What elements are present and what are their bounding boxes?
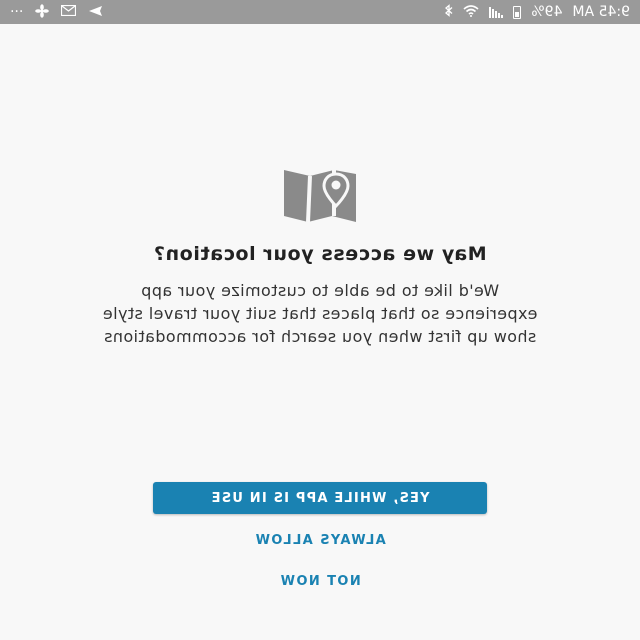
- always-allow-button[interactable]: ALWAYS ALLOW: [170, 527, 470, 553]
- body-line: show up first when you search for accomm…: [103, 327, 537, 346]
- dialog-body: We'd like to be able to customize your a…: [20, 279, 620, 348]
- not-now-button[interactable]: NOT NOW: [170, 568, 470, 594]
- send-icon: [88, 5, 103, 20]
- map-pin-icon: [282, 170, 358, 223]
- mirrored-content: 9:45 AM 49% ··· May we access your locat…: [0, 0, 640, 640]
- dialog-title: May we access your location?: [153, 243, 487, 265]
- signal-icon: [489, 6, 504, 18]
- body-line: experience so that places that suit your…: [102, 304, 538, 323]
- battery-icon: [513, 5, 522, 19]
- location-permission-screen: 9:45 AM 49% ··· May we access your locat…: [0, 0, 640, 640]
- overflow-dots: ···: [10, 4, 24, 20]
- wifi-icon: [463, 4, 479, 20]
- status-bar-right: ···: [10, 3, 103, 21]
- battery-percent: 49%: [531, 4, 563, 20]
- bluetooth-icon: [445, 4, 453, 20]
- clock: 9:45 AM: [572, 4, 630, 20]
- yes-while-in-use-button[interactable]: YES, WHILE APP IS IN USE: [153, 482, 487, 514]
- gmail-icon: [61, 4, 77, 19]
- status-bar: 9:45 AM 49% ···: [0, 0, 640, 24]
- status-bar-left: 9:45 AM 49%: [445, 4, 630, 20]
- fan-icon: [35, 3, 50, 21]
- body-line: We'd like to be able to customize your a…: [140, 281, 500, 300]
